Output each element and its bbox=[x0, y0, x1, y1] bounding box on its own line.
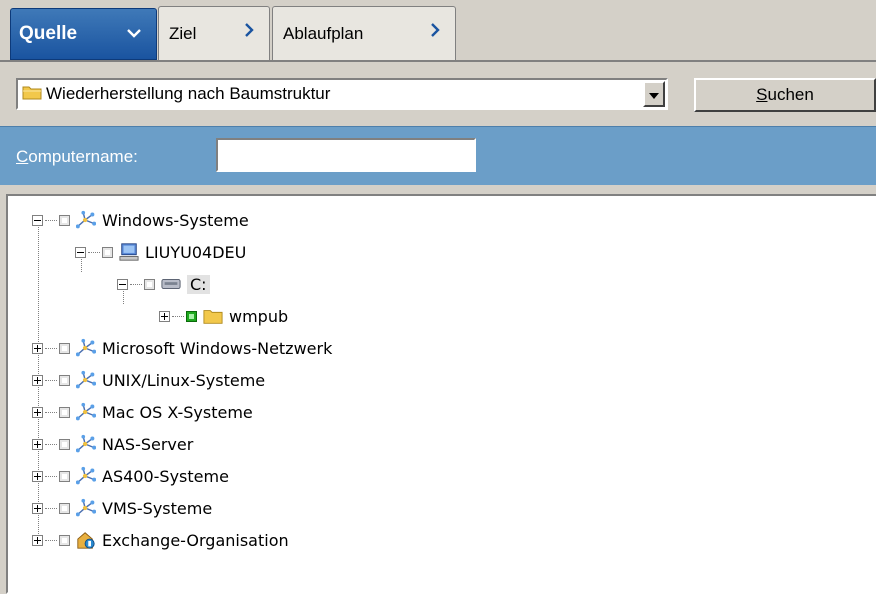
tree-node[interactable]: VMS-Systeme bbox=[32, 492, 212, 524]
network-icon bbox=[76, 402, 96, 422]
computer-name-hotkey: C bbox=[16, 147, 29, 166]
checkbox[interactable] bbox=[59, 438, 70, 450]
source-tree: Windows-Systeme LIUYU04DEU C: wmpub Micr… bbox=[6, 194, 876, 594]
tree-node[interactable]: NAS-Server bbox=[32, 428, 193, 460]
checkbox[interactable] bbox=[59, 342, 70, 354]
tree-node-label: wmpub bbox=[229, 306, 289, 326]
collapse-icon[interactable] bbox=[32, 214, 43, 226]
tree-node[interactable]: Windows-Systeme bbox=[32, 204, 249, 236]
computer-name-label: Computername: bbox=[16, 147, 138, 167]
collapse-icon[interactable] bbox=[75, 246, 86, 258]
expand-icon[interactable] bbox=[159, 310, 170, 322]
expand-icon[interactable] bbox=[32, 374, 43, 386]
checkbox[interactable] bbox=[59, 534, 70, 546]
view-selector-value: Wiederherstellung nach Baumstruktur bbox=[46, 84, 331, 103]
network-icon bbox=[76, 498, 96, 518]
network-icon bbox=[76, 338, 96, 358]
checkbox[interactable] bbox=[59, 406, 70, 418]
expand-icon[interactable] bbox=[32, 342, 43, 354]
tree-node[interactable]: UNIX/Linux-Systeme bbox=[32, 364, 265, 396]
tree-node[interactable]: LIUYU04DEU bbox=[75, 236, 246, 268]
expand-icon[interactable] bbox=[32, 502, 43, 514]
chevron-down-icon bbox=[126, 23, 142, 45]
network-icon bbox=[76, 466, 96, 486]
exchange-icon bbox=[76, 530, 96, 550]
chevron-right-icon bbox=[243, 22, 255, 43]
tab-ziel[interactable]: Ziel bbox=[158, 6, 270, 60]
checkbox[interactable] bbox=[144, 278, 155, 290]
computer-icon bbox=[119, 242, 139, 262]
network-icon bbox=[76, 370, 96, 390]
computer-name-label-rest: omputername: bbox=[28, 147, 138, 166]
tree-node[interactable]: Exchange-Organisation bbox=[32, 524, 289, 556]
tree-node-label: NAS-Server bbox=[102, 434, 194, 454]
checkbox[interactable] bbox=[59, 502, 70, 514]
computer-name-bar: Computername: bbox=[0, 126, 876, 185]
tab-bar: Quelle Ziel Ablaufplan bbox=[0, 0, 876, 62]
expand-icon[interactable] bbox=[32, 534, 43, 546]
computer-name-input[interactable] bbox=[216, 138, 476, 172]
network-icon bbox=[76, 210, 96, 230]
folder-icon bbox=[203, 306, 223, 326]
dropdown-arrow-icon bbox=[649, 84, 659, 104]
expand-icon[interactable] bbox=[32, 470, 43, 482]
expand-icon[interactable] bbox=[32, 438, 43, 450]
view-selector-row: Wiederherstellung nach Baumstruktur Such… bbox=[0, 62, 876, 126]
search-button[interactable]: Suchen bbox=[694, 78, 876, 112]
checkbox-checked[interactable] bbox=[186, 310, 197, 322]
tree-node-label: UNIX/Linux-Systeme bbox=[102, 370, 266, 390]
tab-quelle[interactable]: Quelle bbox=[10, 8, 157, 60]
tree-node-label: AS400-Systeme bbox=[102, 466, 229, 486]
tree-node[interactable]: wmpub bbox=[159, 300, 288, 332]
tab-ziel-label: Ziel bbox=[169, 23, 197, 43]
checkbox[interactable] bbox=[102, 246, 113, 258]
tree-node-label: Microsoft Windows-Netzwerk bbox=[102, 338, 333, 358]
collapse-icon[interactable] bbox=[117, 278, 128, 290]
tree-node[interactable]: Microsoft Windows-Netzwerk bbox=[32, 332, 332, 364]
tab-quelle-label: Quelle bbox=[19, 23, 78, 44]
network-icon bbox=[76, 434, 96, 454]
folder-icon bbox=[22, 83, 42, 106]
search-button-hotkey: S bbox=[756, 85, 768, 104]
checkbox[interactable] bbox=[59, 470, 70, 482]
tree-node-label: Exchange-Organisation bbox=[102, 530, 289, 550]
drive-icon bbox=[161, 274, 181, 294]
search-button-label: uchen bbox=[767, 85, 814, 104]
tab-ablaufplan[interactable]: Ablaufplan bbox=[272, 6, 456, 60]
tree-node[interactable]: Mac OS X-Systeme bbox=[32, 396, 253, 428]
dropdown-arrow-button[interactable] bbox=[643, 81, 665, 107]
checkbox[interactable] bbox=[59, 214, 70, 226]
tree-node-label: Mac OS X-Systeme bbox=[102, 402, 253, 422]
expand-icon[interactable] bbox=[32, 406, 43, 418]
tab-ablaufplan-label: Ablaufplan bbox=[283, 23, 364, 43]
tree-node-label: VMS-Systeme bbox=[102, 498, 213, 518]
tree-node-label: C: bbox=[187, 274, 210, 294]
checkbox[interactable] bbox=[59, 374, 70, 386]
view-selector-dropdown[interactable]: Wiederherstellung nach Baumstruktur bbox=[16, 78, 668, 110]
tree-node[interactable]: AS400-Systeme bbox=[32, 460, 229, 492]
tree-node-label: Windows-Systeme bbox=[102, 210, 249, 230]
chevron-right-icon bbox=[429, 22, 441, 43]
tree-node-label: LIUYU04DEU bbox=[145, 242, 247, 262]
tree-node[interactable]: C: bbox=[117, 268, 210, 300]
